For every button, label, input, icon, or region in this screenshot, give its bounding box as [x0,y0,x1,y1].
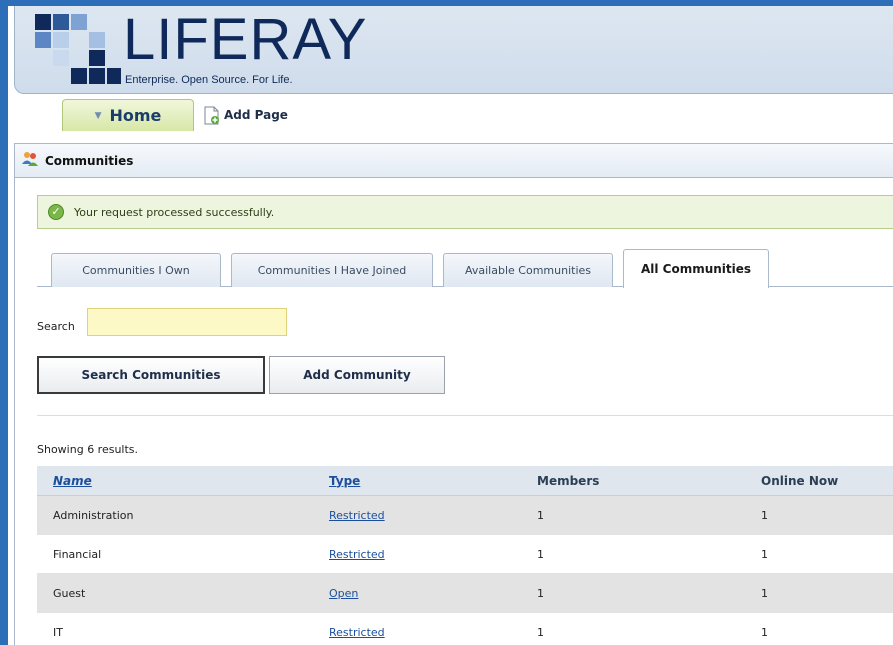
search-communities-button[interactable]: Search Communities [37,356,265,394]
row-members: 1 [537,586,544,600]
logo-wordmark: LIFERAY [123,7,368,72]
row-name: Financial [53,547,102,561]
search-label: Search [37,320,75,333]
divider [37,415,893,416]
window-frame-left [0,0,8,645]
table-header: Name Type Members Online Now [37,466,893,496]
add-page-button[interactable]: Add Page [204,103,288,127]
success-text: Your request processed successfully. [74,205,275,219]
nav-home-label: Home [109,106,162,125]
communities-portlet: Communities ✓ Your request processed suc… [14,143,893,645]
communities-icon [21,151,39,170]
row-online-now: 1 [761,508,768,522]
row-online-now: 1 [761,547,768,561]
table-row: Financial Restricted 1 1 [37,535,893,574]
row-type-link[interactable]: Restricted [329,548,385,561]
caret-down-icon: ▼ [94,110,102,121]
communities-table: Name Type Members Online Now Administrat… [37,466,893,645]
header-banner: LIFERAY Enterprise. Open Source. For Lif… [14,6,893,94]
row-type-link[interactable]: Restricted [329,626,385,639]
row-online-now: 1 [761,625,768,639]
column-online-now-header: Online Now [761,473,839,488]
table-row: Administration Restricted 1 1 [37,496,893,535]
row-online-now: 1 [761,586,768,600]
column-members-header: Members [537,473,600,488]
search-input[interactable] [87,308,287,336]
check-icon: ✓ [48,204,64,220]
row-type-link[interactable]: Open [329,587,358,600]
add-page-label: Add Page [224,108,288,122]
nav-home-tab[interactable]: ▼ Home [62,99,194,131]
tab-available-communities[interactable]: Available Communities [443,253,613,287]
logo-tagline: Enterprise. Open Source. For Life. [125,74,293,86]
row-type-link[interactable]: Restricted [329,509,385,522]
column-name-sort-link[interactable]: Name [53,474,92,488]
tab-all-communities[interactable]: All Communities [623,249,769,288]
results-count: Showing 6 results. [37,443,139,456]
add-page-icon [204,106,220,125]
table-row: IT Restricted 1 1 [37,613,893,645]
row-members: 1 [537,625,544,639]
row-name: Administration [53,508,134,522]
liferay-logo-icon [35,14,121,84]
portlet-title: Communities [45,153,134,168]
tab-bar: Communities I Own Communities I Have Joi… [37,249,893,288]
column-type-sort-link[interactable]: Type [329,474,360,488]
portlet-title-bar: Communities [15,144,893,178]
success-message: ✓ Your request processed successfully. [37,195,893,229]
row-name: Guest [53,586,86,600]
add-community-button[interactable]: Add Community [269,356,445,394]
row-members: 1 [537,547,544,561]
row-name: IT [53,625,63,639]
tab-communities-i-have-joined[interactable]: Communities I Have Joined [231,253,433,287]
table-row: Guest Open 1 1 [37,574,893,613]
tab-communities-i-own[interactable]: Communities I Own [51,253,221,287]
row-members: 1 [537,508,544,522]
